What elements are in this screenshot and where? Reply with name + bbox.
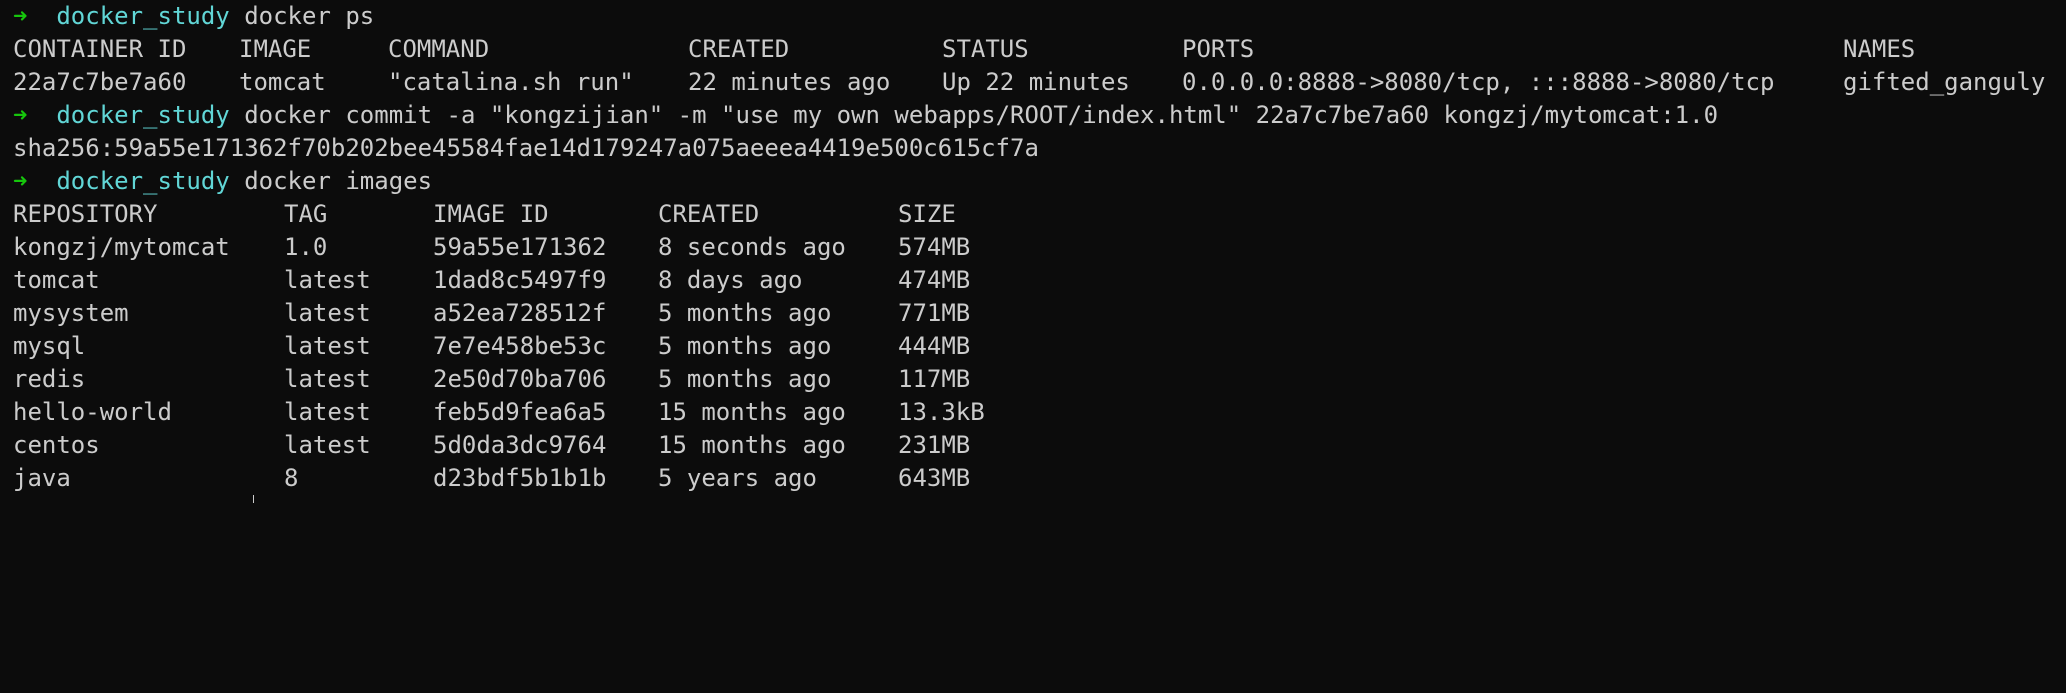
ps-table-header: CONTAINER ID IMAGE COMMAND CREATED STATU… [13,33,2066,66]
table-cell: centos [13,431,100,459]
column-header: REPOSITORY [13,200,158,228]
table-cell: kongzj/mytomcat [13,233,230,261]
table-cell: latest [284,299,371,327]
command-text: docker ps [244,2,375,30]
column-header: CONTAINER ID [13,35,187,63]
table-cell: mysystem [13,299,129,327]
table-row: hello-world latest feb5d9fea6a5 15 month… [13,396,2066,429]
table-cell: 643MB [898,464,971,492]
prompt-arrow-icon: ➜ [13,167,28,195]
table-cell: 59a55e171362 [433,233,607,261]
table-row: mysql latest 7e7e458be53c 5 months ago 4… [13,330,2066,363]
table-cell: java [13,464,71,492]
table-cell: 8 seconds ago [658,233,846,261]
column-header: IMAGE ID [433,200,549,228]
column-header: SIZE [898,200,956,228]
table-cell: 15 months ago [658,431,846,459]
table-cell: d23bdf5b1b1b [433,464,607,492]
prompt-line-ps: ➜ docker_study docker ps [13,0,2066,33]
table-row: java 8 d23bdf5b1b1b 5 years ago 643MB [13,462,2066,495]
table-cell: tomcat [13,266,100,294]
table-cell: tomcat [239,68,326,96]
table-cell: gifted_ganguly [1843,68,2046,96]
table-cell: 13.3kB [898,398,985,426]
table-cell: feb5d9fea6a5 [433,398,607,426]
table-cell: 231MB [898,431,971,459]
table-cell: 444MB [898,332,971,360]
command-text: docker commit -a "kongzijian" -m "use my… [244,101,1719,129]
table-cell: 1dad8c5497f9 [433,266,607,294]
table-cell: 7e7e458be53c [433,332,607,360]
text-cursor [253,495,254,503]
column-header: PORTS [1182,35,1255,63]
table-cell: 771MB [898,299,971,327]
table-cell: latest [284,398,371,426]
table-row: redis latest 2e50d70ba706 5 months ago 1… [13,363,2066,396]
column-header: TAG [284,200,328,228]
commit-output: sha256:59a55e171362f70b202bee45584fae14d… [13,134,1039,162]
prompt-arrow-icon: ➜ [13,101,28,129]
table-row: mysystem latest a52ea728512f 5 months ag… [13,297,2066,330]
prompt-directory: docker_study [56,2,230,30]
column-header: STATUS [942,35,1029,63]
table-cell: 574MB [898,233,971,261]
table-cell: redis [13,365,86,393]
prompt-arrow-icon: ➜ [13,2,28,30]
table-cell: latest [284,266,371,294]
terminal-output[interactable]: ➜ docker_study docker ps CONTAINER ID IM… [13,0,2066,503]
prompt-line-images: ➜ docker_study docker images [13,165,2066,198]
table-cell: 5 months ago [658,299,832,327]
table-cell: 5 months ago [658,365,832,393]
table-cell: 22a7c7be7a60 [13,68,187,96]
table-cell: a52ea728512f [433,299,607,327]
table-row: centos latest 5d0da3dc9764 15 months ago… [13,429,2066,462]
table-cell: 117MB [898,365,971,393]
table-cell: hello-world [13,398,172,426]
table-cell: 0.0.0.0:8888->8080/tcp, :::8888->8080/tc… [1182,68,1775,96]
images-table-header: REPOSITORY TAG IMAGE ID CREATED SIZE [13,198,2066,231]
table-row: kongzj/mytomcat 1.0 59a55e171362 8 secon… [13,231,2066,264]
table-cell: latest [284,431,371,459]
column-header: CREATED [688,35,790,63]
command-text: docker images [244,167,433,195]
table-cell: 5 months ago [658,332,832,360]
table-cell: 22 minutes ago [688,68,891,96]
column-header: CREATED [658,200,760,228]
prompt-line-commit: ➜ docker_study docker commit -a "kongzij… [13,99,2066,132]
prompt-directory: docker_study [56,167,230,195]
table-cell: 2e50d70ba706 [433,365,607,393]
table-cell: latest [284,365,371,393]
table-cell: 474MB [898,266,971,294]
table-cell: 8 [284,464,299,492]
column-header: COMMAND [388,35,490,63]
table-row: tomcat latest 1dad8c5497f9 8 days ago 47… [13,264,2066,297]
table-cell: 8 days ago [658,266,803,294]
table-cell: 5d0da3dc9764 [433,431,607,459]
table-cell: latest [284,332,371,360]
table-cell: 1.0 [284,233,328,261]
table-cell: mysql [13,332,86,360]
column-header: NAMES [1843,35,1916,63]
column-header: IMAGE [239,35,312,63]
table-cell: Up 22 minutes [942,68,1130,96]
table-cell: 15 months ago [658,398,846,426]
table-row: 22a7c7be7a60 tomcat "catalina.sh run" 22… [13,66,2066,99]
table-cell: "catalina.sh run" [388,68,634,96]
prompt-directory: docker_study [56,101,230,129]
table-cell: 5 years ago [658,464,817,492]
